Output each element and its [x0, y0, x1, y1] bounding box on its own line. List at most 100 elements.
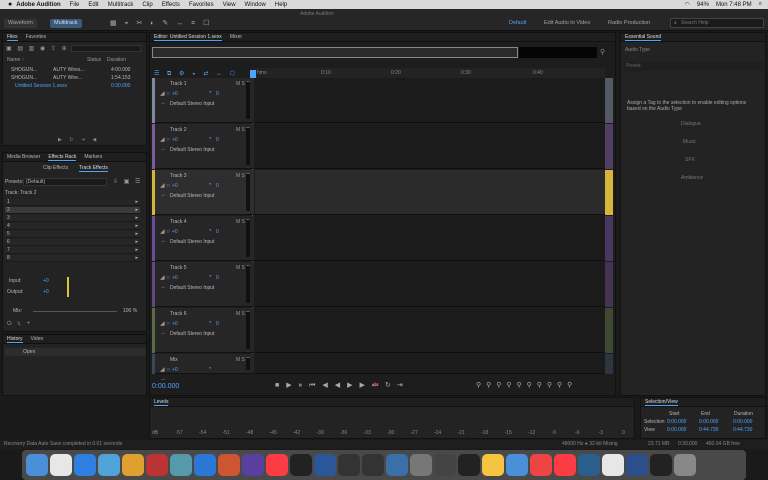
- dock-app-icon[interactable]: Trash: [674, 454, 696, 476]
- pan-knob-icon[interactable]: ◔: [208, 182, 212, 188]
- track-name[interactable]: Track 2: [170, 127, 186, 133]
- view-end[interactable]: 0:44.730: [699, 427, 718, 433]
- clock[interactable]: Mon 7:48 PM: [716, 2, 752, 8]
- dock-app-icon[interactable]: Finder: [506, 454, 528, 476]
- volume-value[interactable]: +0: [172, 137, 178, 143]
- tab-mixer[interactable]: Mixer: [230, 34, 242, 40]
- track-name[interactable]: Track 6: [170, 311, 186, 317]
- tab-editor[interactable]: Editor: Untitled Session 1.sesx: [154, 34, 222, 41]
- col-name[interactable]: Name ↑: [7, 57, 24, 63]
- menu-file[interactable]: File: [70, 2, 80, 8]
- track-name[interactable]: Track 3: [170, 173, 186, 179]
- battery-label[interactable]: 94%: [697, 2, 709, 8]
- dock-app-icon[interactable]: Music: [554, 454, 576, 476]
- wifi-icon[interactable]: ◠: [685, 1, 690, 8]
- effect-slot[interactable]: 1 ▸: [5, 199, 140, 206]
- volume-value[interactable]: +0: [172, 321, 178, 327]
- dock-app-icon[interactable]: Terminal: [650, 454, 672, 476]
- slot-arrow-icon[interactable]: ▸: [135, 223, 138, 229]
- menu-multitrack[interactable]: Multitrack: [108, 2, 134, 8]
- pan-knob-icon[interactable]: ◔: [208, 136, 212, 142]
- track-input[interactable]: Default Stereo Input: [170, 101, 214, 107]
- loop-skip-icons[interactable]: ↻⇥: [385, 381, 409, 389]
- pan-value[interactable]: 0: [216, 183, 219, 189]
- sel-start[interactable]: 0:00.000: [667, 419, 686, 425]
- dock-app-icon[interactable]: Clock: [458, 454, 480, 476]
- search-field[interactable]: ⌕ Search Help: [670, 18, 764, 28]
- pan-knob-icon[interactable]: ◔: [208, 320, 212, 326]
- view-start[interactable]: 0:00.000: [667, 427, 686, 433]
- track-header[interactable]: Track 1 M S R ◢ ○ +0 ◔ 0 → Default Stere…: [152, 78, 254, 123]
- dock-app-icon[interactable]: Photos: [122, 454, 144, 476]
- search-icon[interactable]: ⌕: [759, 1, 762, 8]
- track-lane[interactable]: [255, 216, 605, 261]
- dock-app-icon[interactable]: Instagram: [218, 454, 240, 476]
- slot-arrow-icon[interactable]: ▸: [135, 207, 138, 213]
- dock-app-icon[interactable]: Lr: [386, 454, 408, 476]
- tab-favorites[interactable]: Favorites: [26, 34, 47, 40]
- volume-value[interactable]: +0: [172, 91, 178, 97]
- track-input[interactable]: Default Stereo Input: [170, 331, 214, 337]
- files-search[interactable]: [71, 45, 141, 52]
- pan-knob-icon[interactable]: ◔: [208, 228, 212, 234]
- dock-app-icon[interactable]: W: [290, 454, 312, 476]
- pan-knob-icon[interactable]: ◔: [208, 366, 212, 372]
- menu-help[interactable]: Help: [275, 2, 287, 8]
- track-input[interactable]: Default Stereo Input: [170, 147, 214, 153]
- effect-slot[interactable]: 4 ▸: [5, 223, 140, 230]
- history-item[interactable]: Open: [5, 348, 145, 356]
- pan-value[interactable]: 0: [216, 137, 219, 143]
- col-status[interactable]: Status: [87, 57, 101, 64]
- sfx-button[interactable]: SFX: [685, 157, 695, 163]
- track-header-icons[interactable]: ☰ ⧉ ⚙ ◒ ⇄ ↔ ⬡: [154, 70, 238, 78]
- track-input[interactable]: Default Stereo Input: [170, 193, 214, 199]
- sel-dur[interactable]: 0:00.000: [733, 419, 752, 425]
- track-input[interactable]: Default Stereo Input: [170, 285, 214, 291]
- dock-app-icon[interactable]: Scripts: [146, 454, 168, 476]
- tool-icons[interactable]: ▦ ⌖ ✂ ◐ ✎ ↔ ⌗ ☐: [110, 19, 212, 28]
- track-scroll-color[interactable]: [605, 216, 613, 261]
- dock-app-icon[interactable]: Chrome: [50, 454, 72, 476]
- waveform-button[interactable]: Waveform: [4, 19, 37, 28]
- ambience-button[interactable]: Ambience: [681, 175, 703, 181]
- col-duration[interactable]: Duration: [107, 57, 126, 64]
- volume-value[interactable]: +0: [172, 229, 178, 235]
- dock-app-icon[interactable]: Piano: [434, 454, 456, 476]
- file-row[interactable]: Untitled Session 1.sesx 0:30.000: [7, 83, 142, 90]
- tab-files[interactable]: Files: [7, 34, 18, 41]
- track-header[interactable]: Track 2 M S R ◢ ○ +0 ◔ 0 → Default Stere…: [152, 124, 254, 169]
- preset-icons[interactable]: ⇩ ▣ ☰: [113, 178, 142, 185]
- track-lane[interactable]: [255, 354, 605, 374]
- effect-slot[interactable]: 3 ▸: [5, 215, 140, 222]
- file-row[interactable]: SHOGUN... AUTY Wire... 1:54.153: [7, 75, 142, 82]
- preset-field[interactable]: Preset:: [624, 62, 764, 71]
- track-scroll-color[interactable]: [605, 78, 613, 123]
- output-value[interactable]: +0: [43, 289, 49, 295]
- tab-clip-effects[interactable]: Clip Effects: [43, 165, 68, 171]
- slot-arrow-icon[interactable]: ▸: [135, 215, 138, 221]
- effect-slot[interactable]: 7 ▸: [5, 247, 140, 254]
- files-transport-icons[interactable]: ▶ ↻ ⇥ ◀: [58, 137, 99, 143]
- multitrack-button[interactable]: Multitrack: [50, 19, 82, 28]
- track-header[interactable]: Track 3 M S R ◢ ○ +0 ◔ 0 → Default Stere…: [152, 170, 254, 215]
- dock-app-icon[interactable]: E: [338, 454, 360, 476]
- track-header[interactable]: Track 4 M S R ◢ ○ +0 ◔ 0 → Default Stere…: [152, 216, 254, 261]
- rack-power-icons[interactable]: ⏻ ↯ +: [7, 321, 32, 328]
- menu-view[interactable]: View: [223, 2, 236, 8]
- track-scroll-color[interactable]: [605, 124, 613, 169]
- track-name[interactable]: Mix: [170, 357, 178, 363]
- slot-arrow-icon[interactable]: ▸: [135, 231, 138, 237]
- dock-app-icon[interactable]: Music: [266, 454, 288, 476]
- pan-value[interactable]: 0: [216, 321, 219, 327]
- menu-window[interactable]: Window: [245, 2, 266, 8]
- dock-app-icon[interactable]: Toolbox: [170, 454, 192, 476]
- dock-app-icon[interactable]: D: [362, 454, 384, 476]
- track-scroll-color[interactable]: [605, 354, 613, 374]
- pan-value[interactable]: 0: [216, 275, 219, 281]
- overview-bar[interactable]: [152, 47, 518, 58]
- view-dur[interactable]: 0:44.730: [733, 427, 752, 433]
- workspace-edit-video[interactable]: Edit Audio to Video: [540, 19, 594, 28]
- dock-app-icon[interactable]: Chrome: [602, 454, 624, 476]
- dock-app-icon[interactable]: Safari: [194, 454, 216, 476]
- volume-value[interactable]: +0: [172, 367, 178, 373]
